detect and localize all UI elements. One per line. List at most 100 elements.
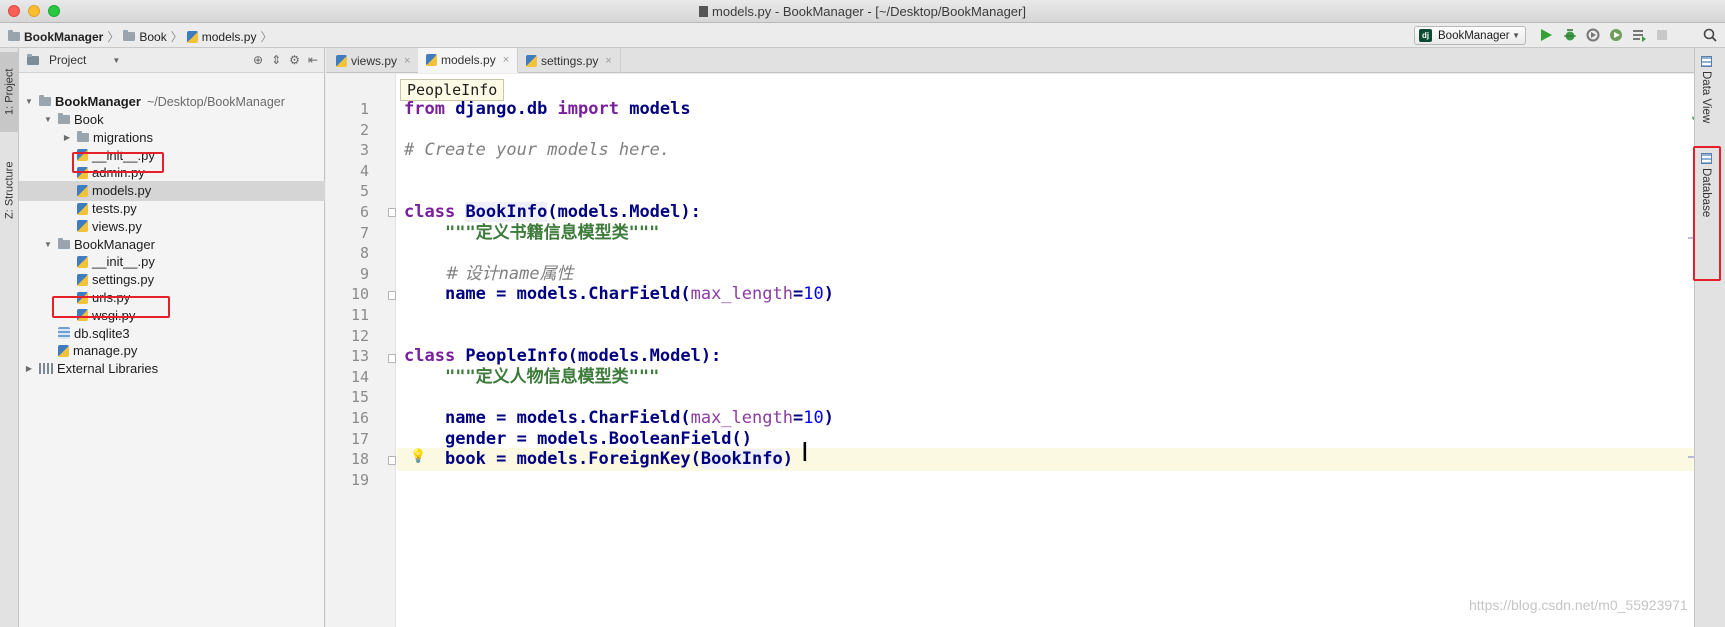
fold-marker[interactable] — [388, 208, 396, 217]
tree-item[interactable]: urls.py — [19, 288, 325, 308]
code-token: class — [404, 202, 456, 222]
context-tooltip: PeopleInfo — [400, 79, 505, 101]
tree-item-label: External Libraries — [57, 361, 159, 377]
tree-item[interactable]: wsgi.py — [19, 306, 325, 326]
intention-bulb-icon[interactable]: 💡 — [410, 448, 426, 464]
hide-panel-icon[interactable]: ⇤ — [308, 53, 318, 67]
scroll-from-source-icon[interactable]: ⊕ — [253, 53, 263, 67]
editor-tab-label: views.py — [351, 53, 398, 68]
code-token: gender = models.BooleanField() — [444, 428, 752, 449]
code-token: 10 — [803, 284, 824, 305]
tree-item[interactable]: __init__.py — [19, 145, 325, 165]
line-number: 17 — [350, 429, 369, 448]
tree-item[interactable]: settings.py — [19, 270, 325, 290]
collapse-arrow-icon[interactable]: ▶ — [61, 133, 73, 142]
code-editor[interactable]: 1 2 3 4 5 6 7 8 9 10 11 12 13 14 15 16 17 18 19 from djang… — [326, 74, 1694, 627]
collapse-arrow-icon[interactable]: ▶ — [23, 364, 35, 373]
expand-arrow-icon[interactable]: ▼ — [23, 97, 35, 106]
run-configuration-select[interactable]: dj BookManager ▼ — [1414, 26, 1526, 45]
stop-icon[interactable] — [1654, 27, 1670, 43]
tree-item[interactable]: models.py — [19, 181, 325, 201]
debug-icon[interactable] — [1562, 27, 1578, 43]
tree-item[interactable]: db.sqlite3 — [19, 323, 325, 343]
breadcrumb-file[interactable]: models.py — [202, 30, 257, 44]
close-tab-icon[interactable]: × — [605, 55, 611, 67]
code-line[interactable]: gender = models.BooleanField() — [404, 428, 752, 451]
editor-tab[interactable]: settings.py × — [518, 48, 621, 73]
breadcrumb-book[interactable]: Book — [139, 30, 166, 44]
tool-window-data-view-label: Data View — [1700, 71, 1712, 124]
tree-item[interactable]: manage.py — [19, 341, 325, 361]
tool-window-database[interactable]: Database — [1700, 153, 1712, 217]
code-line[interactable]: class PeopleInfo(models.Model): — [404, 345, 721, 368]
breadcrumb-project[interactable]: BookManager — [24, 30, 103, 44]
tree-item[interactable]: ▼ BookManager ~/Desktop/BookManager — [19, 92, 325, 112]
chevron-down-icon: ▼ — [1512, 31, 1520, 40]
tool-window-database-label: Database — [1700, 168, 1712, 218]
coverage-icon[interactable] — [1585, 27, 1601, 43]
tree-item[interactable]: admin.py — [19, 163, 325, 183]
fold-marker[interactable] — [388, 456, 396, 465]
code-line[interactable]: # Create your models here. — [404, 139, 670, 162]
editor-tab-label: models.py — [441, 52, 496, 67]
run-icon[interactable] — [1538, 27, 1554, 43]
expand-arrow-icon[interactable]: ▼ — [42, 240, 54, 249]
data-view-icon — [1700, 56, 1712, 67]
line-number: 8 — [359, 244, 369, 263]
code-line[interactable]: # 设计name属性 — [404, 263, 574, 286]
code-token: BookInfo — [465, 202, 548, 222]
close-tab-icon[interactable]: × — [503, 54, 509, 66]
tool-window-structure[interactable]: Z: Structure — [0, 144, 19, 236]
fold-marker[interactable] — [388, 291, 396, 300]
tree-item[interactable]: __init__.py — [19, 252, 325, 272]
code-token: name = models.CharField( — [444, 284, 691, 305]
tree-item[interactable]: ▼ BookManager — [19, 234, 325, 254]
tree-item[interactable]: views.py — [19, 217, 325, 237]
tool-window-project[interactable]: 1: Project — [0, 52, 19, 132]
python-file-icon — [77, 291, 88, 304]
editor-tab[interactable]: views.py × — [328, 48, 420, 73]
code-line[interactable]: """定义人物信息模型类""" — [404, 366, 659, 389]
title-bar: models.py - BookManager - [~/Desktop/Boo… — [0, 0, 1725, 23]
code-token: """ — [628, 366, 660, 387]
profile-icon[interactable] — [1608, 27, 1624, 43]
tree-item-label: Book — [74, 112, 104, 128]
project-view-select[interactable]: Project — [49, 53, 86, 67]
django-icon: dj — [1419, 29, 1432, 42]
expand-arrow-icon[interactable]: ▼ — [42, 115, 54, 124]
gear-icon[interactable]: ⚙ — [289, 53, 300, 67]
folder-icon — [123, 30, 136, 41]
code-line[interactable]: name = models.CharField(max_length=10) — [404, 407, 834, 430]
code-line[interactable]: name = models.CharField(max_length=10) — [404, 283, 834, 306]
tool-window-data-view[interactable]: Data View — [1700, 56, 1712, 123]
code-line[interactable]: class BookInfo(models.Model): — [404, 201, 701, 224]
tree-item-label: BookManager — [55, 94, 141, 110]
python-file-icon — [77, 149, 88, 162]
close-tab-icon[interactable]: × — [404, 55, 410, 67]
code-line[interactable]: from django.db import models — [404, 98, 691, 121]
python-file-icon — [77, 202, 88, 215]
editor-tab[interactable]: models.py × — [418, 48, 519, 73]
run-tasks-icon[interactable] — [1631, 27, 1647, 43]
line-number: 9 — [359, 264, 369, 283]
tree-item-label: BookManager — [74, 236, 155, 252]
python-file-icon — [77, 309, 88, 322]
tree-item[interactable]: ▶ migrations — [19, 128, 325, 148]
search-icon[interactable] — [1702, 27, 1718, 43]
tree-item[interactable]: ▼ Book — [19, 110, 325, 130]
tree-item[interactable]: ▶ External Libraries — [19, 359, 325, 379]
right-tool-stripe: Data View Database — [1693, 48, 1725, 627]
project-panel: Project ▼ ⊕ ⇕ ⚙ ⇤ ▼ BookManager ~/Desktop/… — [19, 48, 325, 627]
code-line[interactable]: book = models.ForeignKey(BookInfo) — [404, 448, 793, 471]
collapse-all-icon[interactable]: ⇕ — [271, 53, 281, 67]
fold-marker[interactable] — [388, 354, 396, 363]
code-token: 定义人物信息模型类 — [475, 366, 629, 387]
code-token: ) — [823, 284, 834, 305]
chevron-down-icon[interactable]: ▼ — [112, 56, 120, 65]
tree-item[interactable]: tests.py — [19, 199, 325, 219]
tree-item-label: __init__.py — [92, 254, 155, 270]
folder-icon — [39, 95, 51, 107]
code-line[interactable]: """定义书籍信息模型类""" — [404, 222, 659, 245]
